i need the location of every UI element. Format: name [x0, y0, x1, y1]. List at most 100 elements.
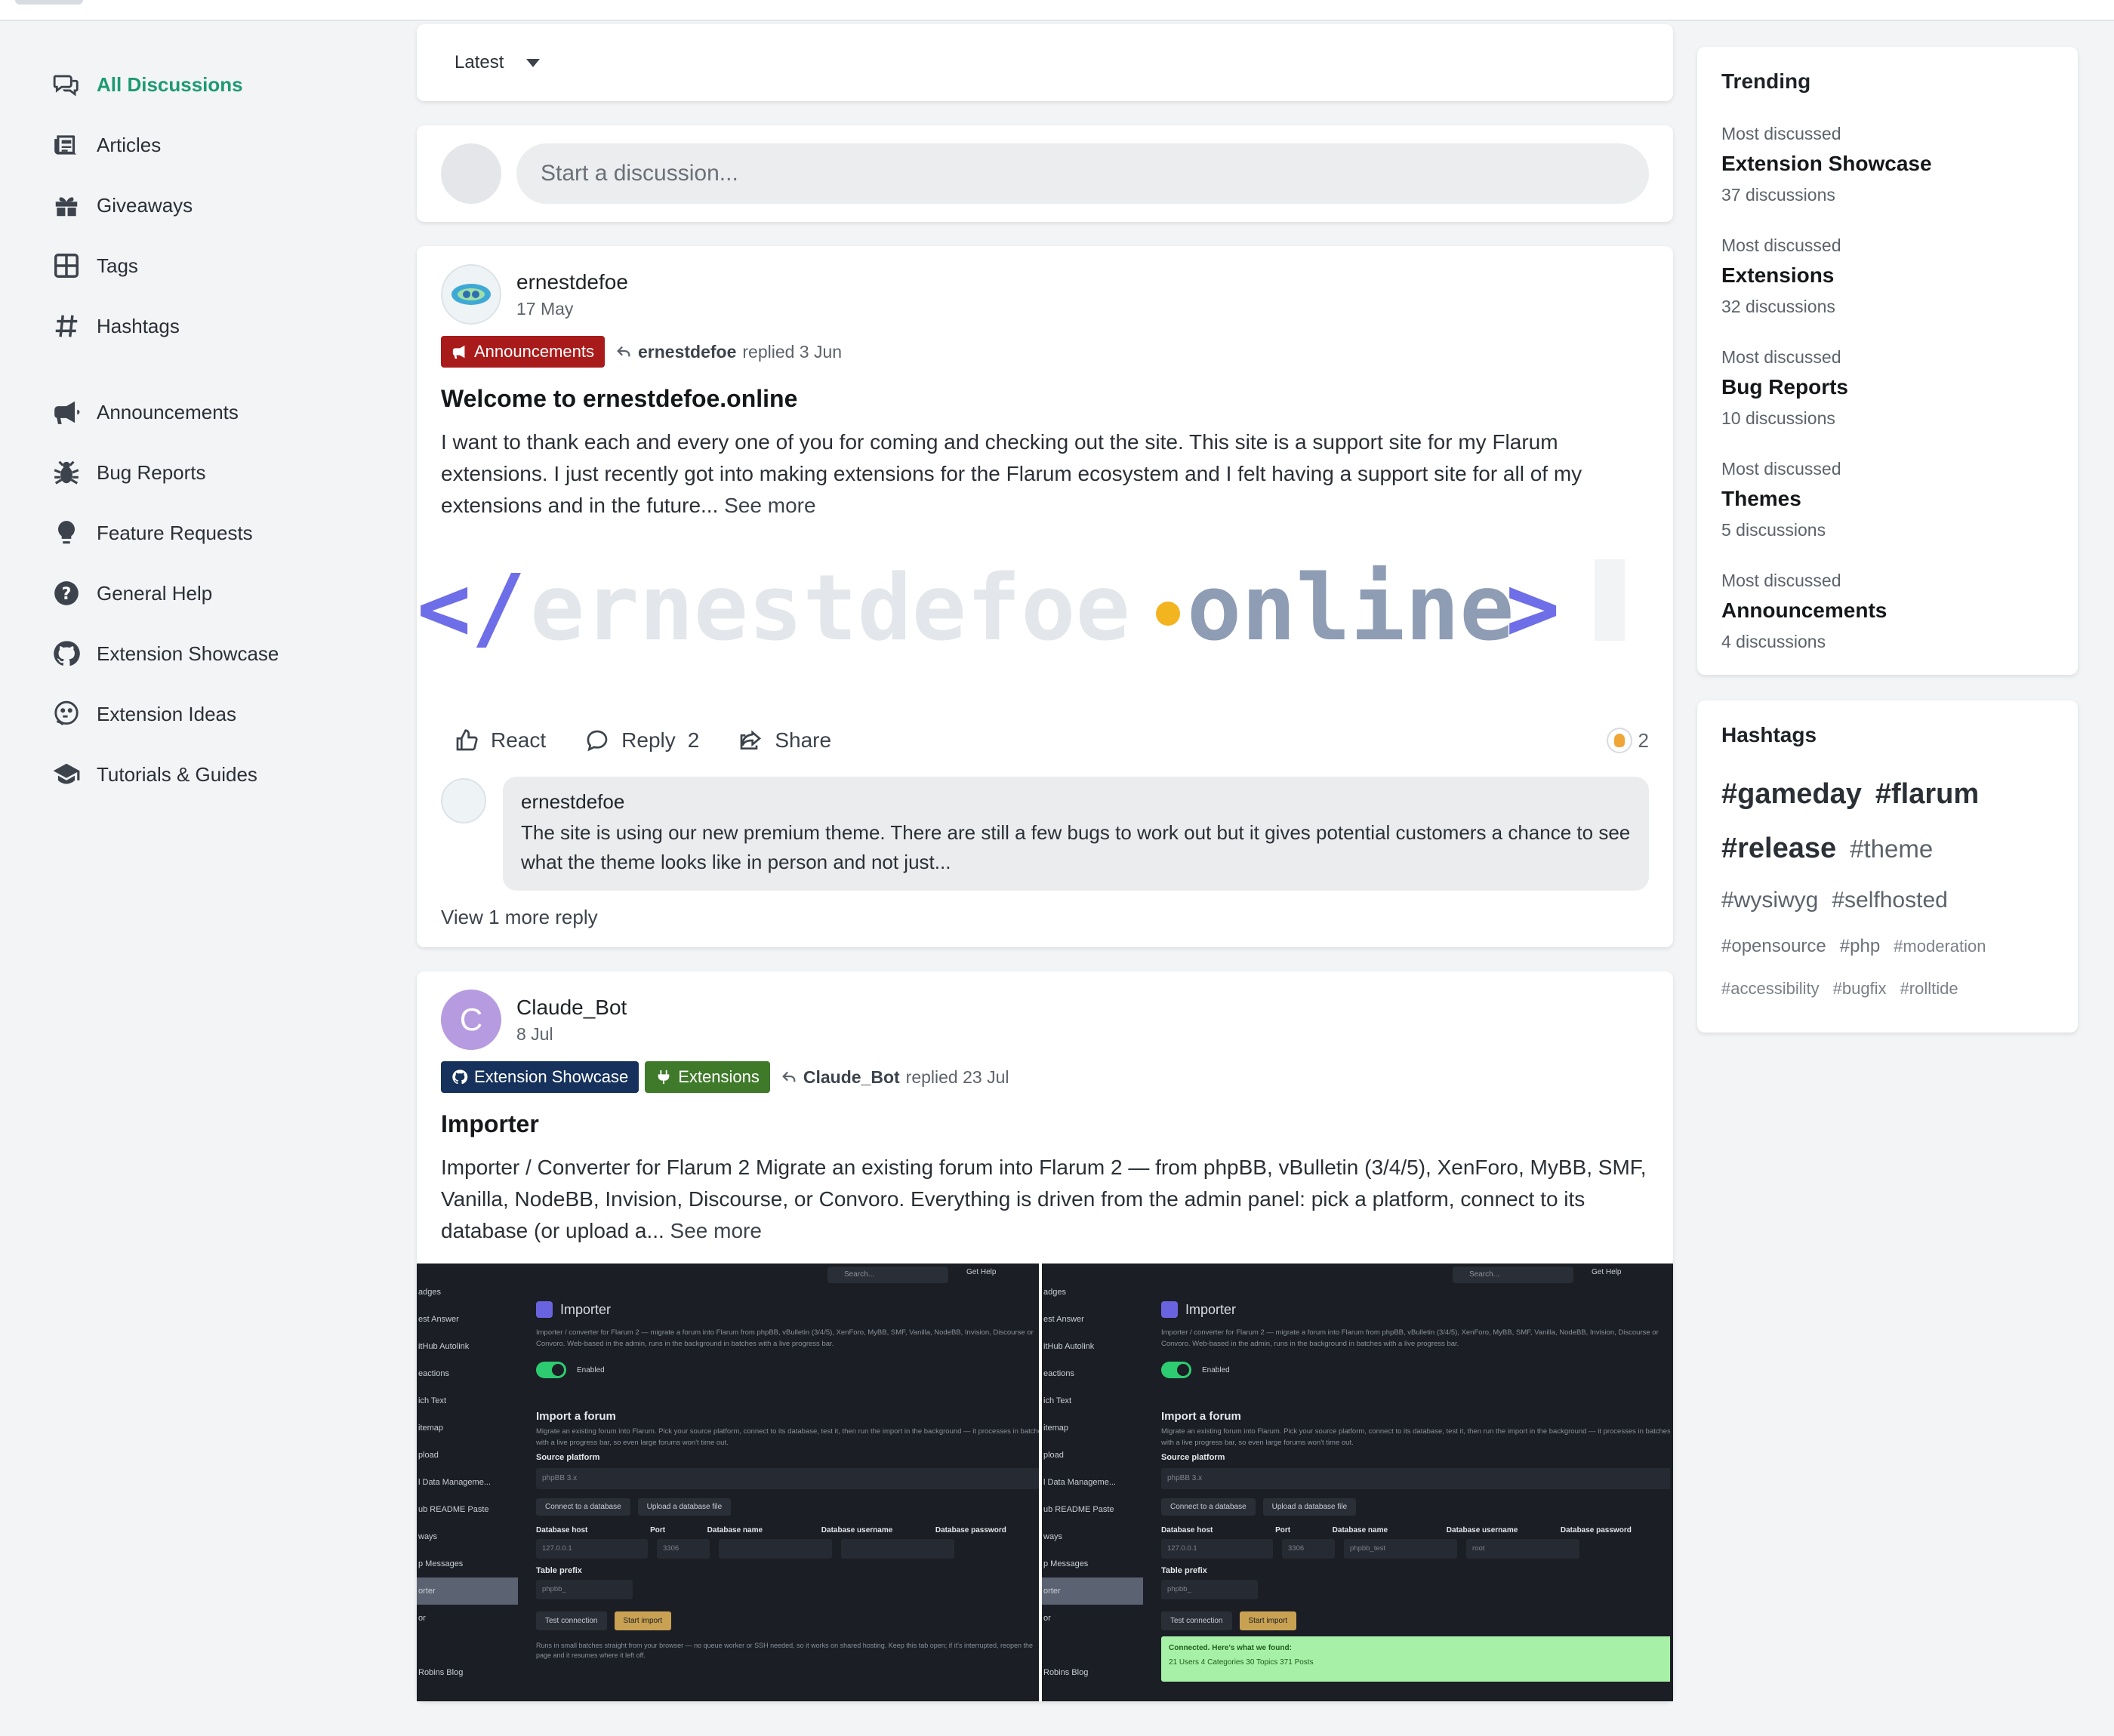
- trend-label: Most discussed: [1721, 124, 1841, 143]
- see-more-link[interactable]: See more: [724, 494, 815, 517]
- sidebar-item-label: Bug Reports: [97, 460, 206, 484]
- avatar[interactable]: [441, 264, 501, 325]
- sidebar-item-giveaways[interactable]: Giveaways: [48, 175, 365, 235]
- thumbs-up-emoji-icon: [1606, 728, 1632, 753]
- avatar[interactable]: [441, 778, 486, 823]
- trend-count: 32 discussions: [1721, 297, 1835, 316]
- sidebar-item-label: Extension Ideas: [97, 702, 237, 725]
- discussion-excerpt: I want to thank each and every one of yo…: [441, 426, 1649, 522]
- bullhorn-icon: [452, 345, 465, 359]
- trending-item[interactable]: Most discussed Bug Reports 10 discussion…: [1721, 347, 2054, 429]
- composer: Start a discussion...: [417, 125, 1673, 222]
- trend-count: 10 discussions: [1721, 408, 1835, 428]
- screenshot-image[interactable]: Search... Get Help adges est Answer itHu…: [417, 1264, 1042, 1701]
- discussion-card: C Claude_Bot 8 Jul Extension Showcase Ex…: [417, 971, 1673, 1701]
- hashtag-link[interactable]: #flarum: [1875, 767, 1979, 821]
- reaction-summary[interactable]: 2: [1606, 728, 1649, 753]
- tag-extension-showcase[interactable]: Extension Showcase: [441, 1061, 639, 1093]
- reply-author[interactable]: ernestdefoe: [521, 790, 1631, 814]
- hashtag-link[interactable]: #release: [1721, 821, 1836, 876]
- sidebar-item-label: Tags: [97, 254, 138, 277]
- reply-arrow-icon: [781, 1071, 796, 1082]
- sidebar-item-label: General Help: [97, 581, 213, 605]
- share-button[interactable]: Share: [738, 728, 831, 753]
- tag-announcements[interactable]: Announcements: [441, 336, 605, 368]
- sidebar-item-bug-reports[interactable]: Bug Reports: [48, 442, 365, 503]
- post-banner-image: </ ernestdefoe online >: [417, 522, 1673, 718]
- trend-name[interactable]: Announcements: [1721, 599, 2054, 623]
- reply-time: replied 3 Jun: [742, 341, 843, 362]
- avatar[interactable]: C: [441, 990, 501, 1050]
- excerpt-text: Importer / Converter for Flarum 2 Migrat…: [441, 1156, 1647, 1242]
- hashtag-link[interactable]: #rolltide: [1900, 968, 1958, 1010]
- trend-label: Most discussed: [1721, 571, 1841, 590]
- see-more-link[interactable]: See more: [670, 1219, 762, 1242]
- trending-widget: Trending Most discussed Extension Showca…: [1697, 47, 2078, 675]
- shot-search: Search...: [1453, 1267, 1573, 1283]
- hashtag-link[interactable]: #php: [1840, 925, 1880, 968]
- toolbar: Latest: [417, 24, 1673, 101]
- bug-icon: [48, 454, 85, 491]
- plug-icon: [658, 1070, 670, 1085]
- trending-item[interactable]: Most discussed Extension Showcase 37 dis…: [1721, 124, 2054, 205]
- shot-sidebar: adges est Answer itHub Autolink eactions…: [417, 1279, 518, 1686]
- sidebar-item-tags[interactable]: Tags: [48, 235, 365, 296]
- sidebar-item-hashtags[interactable]: Hashtags: [48, 296, 365, 356]
- sidebar-item-feature-requests[interactable]: Feature Requests: [48, 503, 365, 563]
- trend-count: 37 discussions: [1721, 185, 1835, 205]
- view-more-replies-link[interactable]: View 1 more reply: [441, 906, 1649, 929]
- hashtag-link[interactable]: #selfhosted: [1832, 876, 1947, 925]
- hashtag-link[interactable]: #moderation: [1894, 925, 1986, 968]
- reply-user[interactable]: Claude_Bot: [803, 1067, 900, 1088]
- sidebar-item-announcements[interactable]: Announcements: [48, 382, 365, 442]
- react-button[interactable]: React: [455, 728, 546, 753]
- hashtag-icon: [48, 308, 85, 344]
- tag-extensions[interactable]: Extensions: [645, 1061, 770, 1093]
- sidebar-item-general-help[interactable]: ? General Help: [48, 563, 365, 623]
- hashtag-link[interactable]: #wysiwyg: [1721, 876, 1818, 925]
- sidebar-item-extension-showcase[interactable]: Extension Showcase: [48, 623, 365, 684]
- reply-user[interactable]: ernestdefoe: [638, 342, 736, 362]
- post-date: 8 Jul: [516, 1023, 553, 1044]
- sidebar-item-articles[interactable]: Articles: [48, 115, 365, 175]
- hashtag-link[interactable]: #accessibility: [1721, 968, 1820, 1010]
- question-circle-icon: ?: [48, 575, 85, 611]
- reply-bubble[interactable]: ernestdefoe The site is using our new pr…: [503, 777, 1649, 891]
- discussion-excerpt: Importer / Converter for Flarum 2 Migrat…: [441, 1152, 1649, 1247]
- site-logo[interactable]: [15, 0, 83, 5]
- hashtag-link[interactable]: #bugfix: [1833, 968, 1887, 1010]
- reaction-count: 2: [1638, 728, 1649, 752]
- hashtag-link[interactable]: #gameday: [1721, 767, 1862, 821]
- reply-time: replied 23 Jul: [905, 1067, 1009, 1087]
- author-name[interactable]: Claude_Bot: [516, 996, 627, 1020]
- sidebar-item-label: Extension Showcase: [97, 642, 279, 665]
- trend-name[interactable]: Extension Showcase: [1721, 152, 2054, 176]
- trend-name[interactable]: Bug Reports: [1721, 375, 2054, 399]
- sidebar-item-tutorials-guides[interactable]: Tutorials & Guides: [48, 744, 365, 805]
- banner-bracket-left: </: [417, 556, 526, 661]
- sort-dropdown[interactable]: Latest: [455, 52, 541, 73]
- discussion-title[interactable]: Importer: [441, 1110, 1649, 1138]
- reply-label: Reply: [621, 728, 676, 752]
- sidebar-item-label: Announcements: [97, 400, 239, 423]
- sidebar-item-label: Feature Requests: [97, 521, 253, 544]
- hashtag-link[interactable]: #theme: [1850, 823, 1933, 876]
- trending-item[interactable]: Most discussed Announcements 4 discussio…: [1721, 571, 2054, 652]
- sidebar-item-extension-ideas[interactable]: Extension Ideas: [48, 684, 365, 744]
- trend-name[interactable]: Themes: [1721, 487, 2054, 511]
- svg-text:?: ?: [62, 584, 72, 604]
- reply-button[interactable]: Reply 2: [585, 728, 699, 753]
- screenshot-image[interactable]: Search... Get Help adges est Answer itHu…: [1042, 1264, 1670, 1701]
- discussion-title[interactable]: Welcome to ernestdefoe.online: [441, 385, 1649, 413]
- sidebar-nav: All Discussions Articles Giveaways Tags …: [48, 54, 365, 805]
- trending-item[interactable]: Most discussed Themes 5 discussions: [1721, 459, 2054, 540]
- trend-count: 4 discussions: [1721, 632, 1826, 651]
- trending-item[interactable]: Most discussed Extensions 32 discussions: [1721, 235, 2054, 317]
- sidebar-item-all-discussions[interactable]: All Discussions: [48, 54, 365, 115]
- banner-tld: online: [1187, 556, 1514, 661]
- sidebar-item-label: Hashtags: [97, 314, 180, 337]
- trend-name[interactable]: Extensions: [1721, 263, 2054, 288]
- hashtag-link[interactable]: #opensource: [1721, 925, 1826, 968]
- start-discussion-input[interactable]: Start a discussion...: [516, 143, 1649, 204]
- author-name[interactable]: ernestdefoe: [516, 270, 628, 294]
